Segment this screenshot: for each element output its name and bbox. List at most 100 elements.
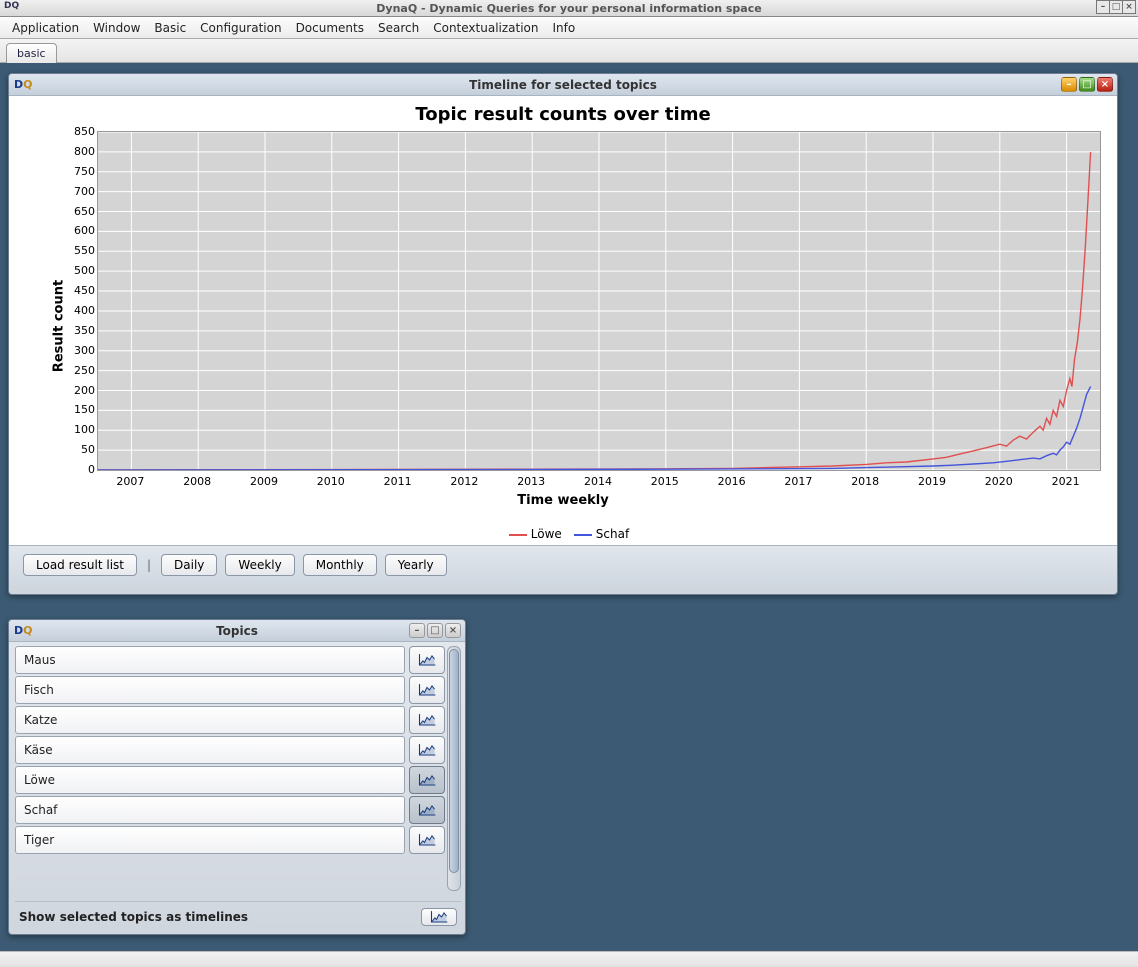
x-tick-label: 2019 [918,475,946,488]
x-tick-label: 2014 [584,475,612,488]
topic-row: Käse [15,736,445,764]
monthly-button[interactable]: Monthly [303,554,377,576]
chart-icon [417,802,437,818]
close-icon[interactable]: × [1097,77,1113,92]
topic-input[interactable]: Katze [15,706,405,734]
chart-icon [417,712,437,728]
topic-input[interactable]: Maus [15,646,405,674]
tabstrip: basic [0,39,1138,63]
y-tick-label: 600 [74,224,95,237]
x-tick-label: 2021 [1052,475,1080,488]
maximize-icon[interactable]: □ [427,623,443,638]
topic-input[interactable]: Tiger [15,826,405,854]
legend-label: Löwe [531,527,562,541]
topic-input[interactable]: Käse [15,736,405,764]
y-tick-label: 800 [74,145,95,158]
topic-chart-toggle-button[interactable] [409,736,445,764]
topic-input[interactable]: Fisch [15,676,405,704]
chart-icon [417,832,437,848]
legend-label: Schaf [596,527,629,541]
toolbar-separator: | [145,558,153,572]
menu-contextualization[interactable]: Contextualization [427,19,544,37]
x-tick-label: 2007 [116,475,144,488]
menu-window[interactable]: Window [87,19,146,37]
y-tick-label: 750 [74,165,95,178]
daily-button[interactable]: Daily [161,554,217,576]
x-tick-label: 2012 [450,475,478,488]
topic-chart-toggle-button[interactable] [409,646,445,674]
dq-logo-icon: DQ [14,624,33,637]
x-tick-label: 2016 [718,475,746,488]
x-tick-label: 2020 [985,475,1013,488]
window-timeline-titlebar[interactable]: DQ Timeline for selected topics – □ × [9,74,1117,96]
weekly-button[interactable]: Weekly [225,554,294,576]
topic-chart-toggle-button[interactable] [409,766,445,794]
topic-chart-toggle-button[interactable] [409,826,445,854]
chart-icon [417,742,437,758]
app-titlebar: DQ DynaQ - Dynamic Queries for your pers… [0,0,1138,17]
y-tick-label: 200 [74,384,95,397]
menu-info[interactable]: Info [547,19,582,37]
topic-row: Maus [15,646,445,674]
x-tick-label: 2010 [317,475,345,488]
window-close-icon[interactable]: × [1122,0,1136,14]
y-tick-label: 350 [74,324,95,337]
show-topics-timeline-button[interactable] [421,908,457,926]
window-topics-titlebar[interactable]: DQ Topics – □ × [9,620,465,642]
menu-basic[interactable]: Basic [148,19,192,37]
menu-configuration[interactable]: Configuration [194,19,287,37]
topic-chart-toggle-button[interactable] [409,796,445,824]
topic-chart-toggle-button[interactable] [409,706,445,734]
y-tick-label: 650 [74,205,95,218]
statusbar [0,951,1138,967]
topics-list: MausFischKatzeKäseLöweSchafTiger [15,646,445,891]
topic-row: Katze [15,706,445,734]
y-tick-label: 400 [74,304,95,317]
window-topics-title: Topics [216,624,258,638]
window-timeline-title: Timeline for selected topics [469,78,657,92]
dq-logo-icon: DQ [14,78,33,91]
menu-application[interactable]: Application [6,19,85,37]
x-tick-label: 2018 [851,475,879,488]
x-tick-label: 2011 [384,475,412,488]
x-tick-label: 2009 [250,475,278,488]
chart-title: Topic result counts over time [17,104,1109,125]
y-tick-label: 500 [74,264,95,277]
y-tick-label: 550 [74,244,95,257]
app-title: DynaQ - Dynamic Queries for your persona… [376,2,761,15]
x-tick-label: 2017 [784,475,812,488]
timeline-toolbar: Load result list | Daily Weekly Monthly … [9,545,1117,586]
close-icon[interactable]: × [445,623,461,638]
yearly-button[interactable]: Yearly [385,554,447,576]
menu-documents[interactable]: Documents [290,19,370,37]
x-tick-label: 2008 [183,475,211,488]
y-tick-label: 100 [74,423,95,436]
topic-input[interactable]: Schaf [15,796,405,824]
chart-icon [417,772,437,788]
maximize-icon[interactable]: □ [1079,77,1095,92]
chart-legend: Löwe Schaf [17,521,1109,545]
chart-x-axis-label: Time weekly [17,493,1109,508]
tab-basic[interactable]: basic [6,43,57,63]
topic-input[interactable]: Löwe [15,766,405,794]
load-result-list-button[interactable]: Load result list [23,554,137,576]
minimize-icon[interactable]: – [409,623,425,638]
topic-row: Schaf [15,796,445,824]
x-tick-label: 2013 [517,475,545,488]
window-maximize-icon[interactable]: □ [1109,0,1123,14]
topic-chart-toggle-button[interactable] [409,676,445,704]
y-tick-label: 450 [74,284,95,297]
y-tick-label: 850 [74,125,95,138]
window-topics: DQ Topics – □ × MausFischKatzeKäseLöweSc… [8,619,466,935]
scrollbar-thumb[interactable] [449,649,459,873]
minimize-icon[interactable]: – [1061,77,1077,92]
chart-container: Topic result counts over time Result cou… [9,96,1117,545]
y-tick-label: 150 [74,403,95,416]
menu-search[interactable]: Search [372,19,425,37]
topic-row: Löwe [15,766,445,794]
topic-row: Fisch [15,676,445,704]
window-minimize-icon[interactable]: – [1096,0,1110,14]
scrollbar[interactable] [447,646,461,891]
x-tick-label: 2015 [651,475,679,488]
legend-swatch [509,534,527,536]
